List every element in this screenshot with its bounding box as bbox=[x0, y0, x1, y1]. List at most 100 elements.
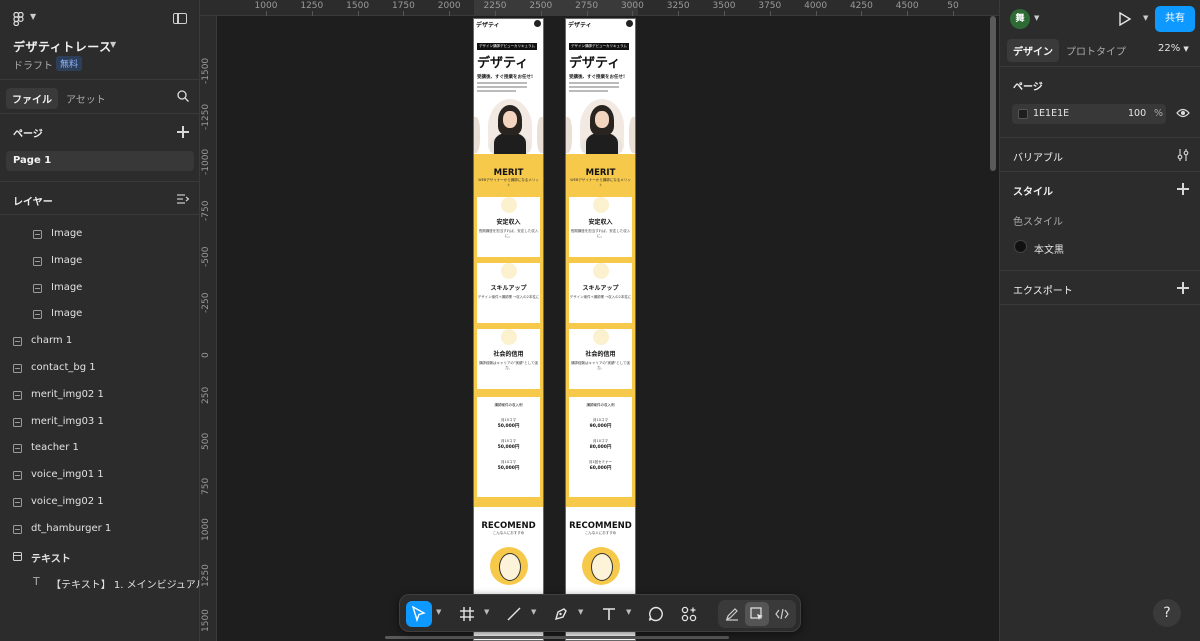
share-button[interactable]: 共有 bbox=[1155, 6, 1195, 32]
layer-name: Image bbox=[51, 228, 83, 239]
zoom-level[interactable]: 22% ▼ bbox=[1158, 43, 1189, 54]
chevron-down-icon[interactable]: ▼ bbox=[531, 608, 536, 616]
chevron-down-icon[interactable]: ▼ bbox=[436, 608, 441, 616]
ruler-label: 0 bbox=[201, 352, 211, 359]
layer-name: merit_img03 1 bbox=[31, 415, 104, 427]
layer-name: 【テキスト】 1. メインビジュアル テ bbox=[51, 580, 219, 592]
ruler-tick bbox=[403, 11, 405, 16]
layer-row[interactable]: charm 1 bbox=[0, 329, 200, 355]
hero-headline: デザティ bbox=[477, 56, 529, 71]
page-background-field[interactable]: 1E1E1E 100 % bbox=[1012, 104, 1166, 124]
search-icon[interactable] bbox=[177, 90, 189, 102]
image-layer-icon bbox=[33, 256, 42, 266]
help-button[interactable]: ? bbox=[1153, 599, 1181, 627]
present-icon[interactable] bbox=[1118, 12, 1132, 26]
image-layer-icon bbox=[33, 283, 42, 293]
vertical-scrollbar[interactable] bbox=[990, 16, 996, 171]
hero-body-lines bbox=[477, 82, 532, 96]
layer-name: Image bbox=[51, 281, 83, 293]
pen-tool-button[interactable] bbox=[548, 601, 574, 627]
income-row: 月10コマ 50,000円 bbox=[477, 418, 540, 429]
layer-row[interactable]: teacher 1 bbox=[0, 436, 200, 462]
chevron-down-icon[interactable]: ▼ bbox=[1143, 14, 1148, 22]
pen-icon bbox=[554, 608, 567, 621]
layer-row[interactable]: contact_bg 1 bbox=[0, 356, 200, 382]
layer-row[interactable]: merit_img03 1 bbox=[0, 410, 200, 436]
move-tool-button[interactable] bbox=[406, 601, 432, 627]
tab-assets[interactable]: アセット bbox=[66, 91, 106, 106]
chevron-down-icon[interactable]: ▼ bbox=[1034, 14, 1039, 22]
bg-opacity-value[interactable]: 100 bbox=[1128, 108, 1146, 119]
sidebar-toggle-icon[interactable] bbox=[173, 13, 187, 24]
image-layer-icon bbox=[13, 524, 22, 534]
frame-site-name: デザティ bbox=[568, 22, 592, 29]
layer-row[interactable]: テキスト bbox=[0, 544, 200, 570]
color-style-swatch[interactable] bbox=[1014, 240, 1027, 253]
design-icon bbox=[750, 607, 763, 620]
add-export-icon[interactable] bbox=[1177, 282, 1189, 294]
variables-title: バリアブル bbox=[1013, 153, 1063, 164]
layer-row[interactable]: Image bbox=[0, 302, 200, 328]
color-style-name[interactable]: 本文黒 bbox=[1034, 241, 1064, 256]
layer-row[interactable]: voice_img02 1 bbox=[0, 490, 200, 516]
ruler-tick bbox=[769, 11, 771, 16]
add-page-icon[interactable] bbox=[177, 126, 189, 138]
layer-row[interactable]: Image bbox=[0, 222, 200, 248]
tab-prototype[interactable]: プロトタイプ bbox=[1066, 43, 1126, 58]
chevron-down-icon[interactable]: ▼ bbox=[484, 608, 489, 616]
layer-name: contact_bg 1 bbox=[31, 362, 96, 373]
tab-design[interactable]: デザイン bbox=[1007, 39, 1059, 62]
eye-icon[interactable] bbox=[1176, 108, 1190, 118]
layer-row[interactable]: dt_hamburger 1 bbox=[0, 517, 200, 543]
ruler-tick bbox=[632, 11, 634, 16]
ruler-label: -250 bbox=[201, 292, 211, 313]
income-label: 月10コマ bbox=[501, 418, 516, 422]
horizontal-scrollbar[interactable] bbox=[385, 636, 729, 639]
layer-row[interactable]: Image bbox=[0, 249, 200, 275]
merit-heading: MERIT WEBデザイナーから講師になるメリット bbox=[477, 157, 540, 191]
income-row: 月10コマ 90,000円 bbox=[569, 418, 632, 429]
layer-row[interactable]: Image bbox=[0, 276, 200, 302]
collapse-layers-icon[interactable] bbox=[177, 194, 189, 204]
figma-menu-icon[interactable] bbox=[12, 12, 26, 26]
design-frame[interactable]: デザティ デザイン講師デビューカリキュラム デザティ 受講後、すぐ授業をお任せ! MER… bbox=[565, 18, 636, 641]
image-layer-icon bbox=[13, 337, 22, 347]
income-label: 月10コマ bbox=[593, 439, 608, 443]
income-row: 月10コマ 80,000円 bbox=[569, 439, 632, 450]
design-mode-button[interactable] bbox=[745, 602, 769, 626]
tab-file[interactable]: ファイル bbox=[6, 88, 58, 109]
layer-row[interactable]: merit_img02 1 bbox=[0, 383, 200, 409]
avatar[interactable]: 舞 bbox=[1010, 9, 1030, 29]
draft-label[interactable]: ドラフト bbox=[13, 57, 53, 72]
layer-row[interactable]: T 【テキスト】 1. メインビジュアル テ bbox=[0, 570, 219, 596]
line-tool-button[interactable] bbox=[501, 601, 527, 627]
draw-mode-button[interactable] bbox=[720, 602, 744, 626]
ruler-label: 4500 bbox=[895, 1, 919, 11]
design-frame[interactable]: デザティ デザイン講師デビューカリキュラム デザティ 受講後、すぐ授業をお任せ! MER… bbox=[473, 18, 544, 641]
variables-settings-icon[interactable] bbox=[1177, 149, 1189, 161]
ruler-label: 2000 bbox=[437, 1, 461, 11]
chevron-down-icon[interactable]: ▼ bbox=[578, 608, 583, 616]
bg-hex-value[interactable]: 1E1E1E bbox=[1033, 108, 1069, 119]
merit-card-desc: 長期講座を担当すれば、安定した収入に。 bbox=[478, 229, 539, 238]
side-portrait bbox=[629, 117, 635, 153]
income-label: 月10コマ bbox=[501, 460, 516, 464]
chevron-down-icon[interactable]: ▼ bbox=[626, 608, 631, 616]
merit-section: MERIT WEBデザイナーから講師になるメリット 安定収入 長期講座を担当すれば、安… bbox=[474, 154, 543, 507]
actions-tool-button[interactable] bbox=[676, 601, 702, 627]
ruler-label: 2750 bbox=[575, 1, 599, 11]
file-title[interactable]: デザティトレース bbox=[13, 38, 112, 55]
add-style-icon[interactable] bbox=[1177, 183, 1189, 195]
chevron-down-icon[interactable]: ▼ bbox=[110, 40, 116, 49]
canvas[interactable]: 1000 1250 1500 1750 2000 2250 2500 2750 3000 3250… bbox=[200, 0, 999, 641]
frame-tool-button[interactable] bbox=[454, 601, 480, 627]
text-tool-button[interactable] bbox=[596, 601, 622, 627]
comment-tool-button[interactable] bbox=[643, 601, 669, 627]
dev-mode-button[interactable] bbox=[770, 602, 794, 626]
merit-icon bbox=[592, 197, 609, 213]
layer-row[interactable]: voice_img01 1 bbox=[0, 463, 200, 489]
chevron-down-icon[interactable]: ▼ bbox=[30, 12, 36, 21]
layers-title: レイヤー bbox=[13, 197, 53, 208]
color-swatch[interactable] bbox=[1018, 109, 1028, 119]
page-item[interactable]: Page 1 bbox=[6, 151, 194, 171]
